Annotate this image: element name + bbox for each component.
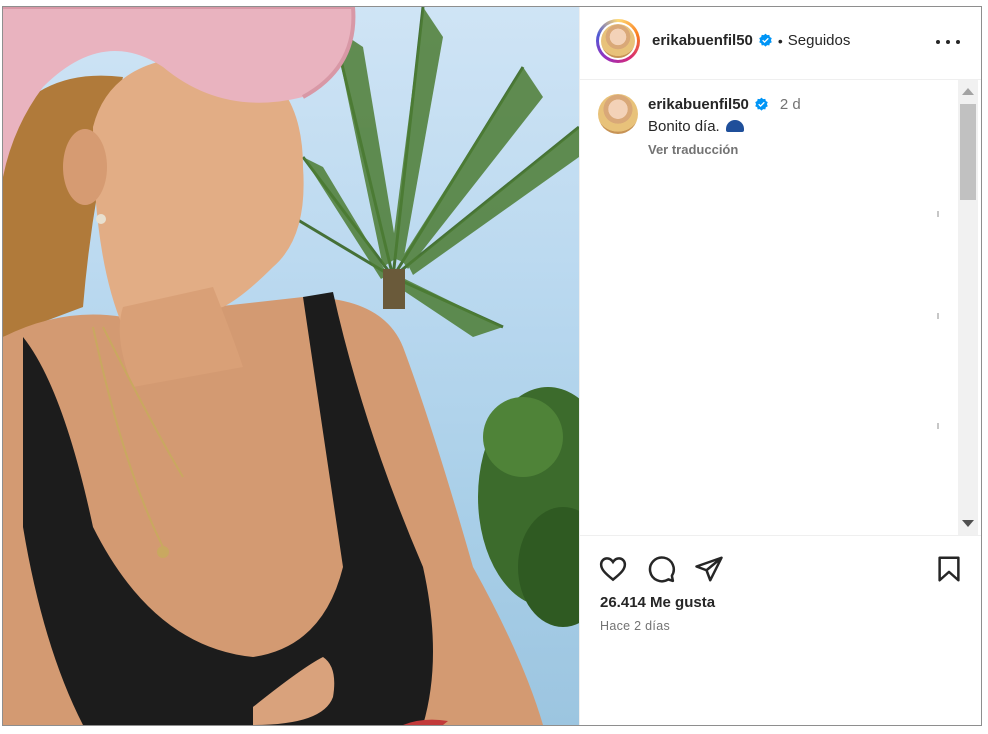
caption-time[interactable]: 2 d: [780, 96, 801, 113]
caption-avatar[interactable]: [598, 94, 638, 134]
caption-header: erikabuenfil50 2 d: [648, 96, 801, 113]
author-username[interactable]: erikabuenfil50: [652, 32, 753, 49]
author-avatar[interactable]: [596, 19, 640, 63]
separator-dot: •: [777, 32, 783, 49]
scrollbar-thumb[interactable]: [960, 104, 976, 200]
heart-icon[interactable]: [598, 554, 628, 584]
scroll-up-arrow-icon[interactable]: [962, 88, 974, 95]
caption-username[interactable]: erikabuenfil50: [648, 96, 749, 113]
post-actions: 26.414 Me gusta Hace 2 días: [580, 535, 981, 725]
divider-tick: [937, 211, 939, 217]
paper-plane-icon[interactable]: [694, 554, 724, 584]
post-modal: erikabuenfil50 • Seguidos erikabuenfil50: [2, 6, 982, 726]
verified-badge-icon: [755, 97, 768, 111]
avatar-image: [601, 24, 635, 58]
more-options-icon[interactable]: [936, 33, 960, 51]
comment-icon[interactable]: [646, 554, 676, 584]
comments-area: erikabuenfil50 2 d Bonito día. Ver tradu…: [580, 80, 960, 535]
header-user: erikabuenfil50 • Seguidos: [652, 32, 850, 49]
caption-text: Bonito día.: [648, 118, 720, 135]
divider-tick: [937, 423, 939, 429]
post-header: erikabuenfil50 • Seguidos: [580, 7, 981, 80]
post-date[interactable]: Hace 2 días: [600, 619, 670, 633]
likes-count[interactable]: 26.414 Me gusta: [600, 594, 715, 611]
see-translation-link[interactable]: Ver traducción: [648, 142, 738, 157]
post-photo-illustration: [3, 7, 579, 725]
following-button[interactable]: Seguidos: [788, 32, 851, 49]
caption-text-row: Bonito día.: [648, 118, 744, 135]
divider-tick: [937, 313, 939, 319]
scroll-down-arrow-icon[interactable]: [962, 520, 974, 527]
post-side-panel: erikabuenfil50 • Seguidos erikabuenfil50: [579, 7, 981, 725]
bookmark-icon[interactable]: [934, 554, 964, 584]
cap-emoji-icon: [725, 119, 744, 132]
comments-scrollbar[interactable]: [958, 80, 978, 535]
verified-badge-icon: [759, 33, 772, 47]
post-photo[interactable]: [3, 7, 579, 725]
